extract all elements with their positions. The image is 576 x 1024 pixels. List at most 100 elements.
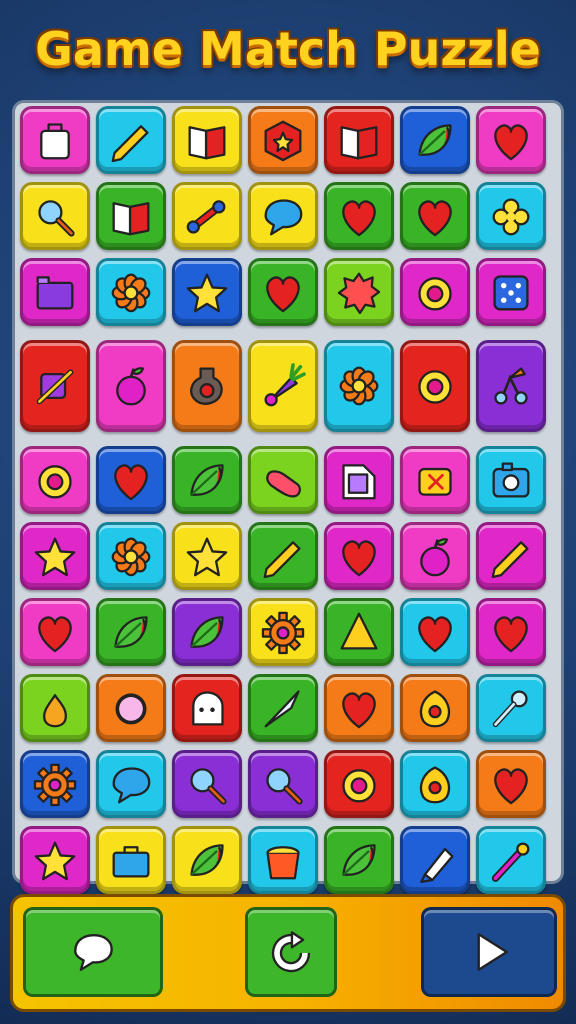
tile[interactable] xyxy=(248,340,318,432)
heart-icon xyxy=(494,768,528,805)
heart-icon xyxy=(494,124,528,161)
tile[interactable] xyxy=(476,340,546,432)
key-icon xyxy=(492,690,528,728)
star-icon xyxy=(186,537,228,577)
tile[interactable] xyxy=(476,826,546,894)
tile[interactable] xyxy=(96,446,166,514)
tile[interactable] xyxy=(20,258,90,326)
tile[interactable] xyxy=(324,826,394,894)
wand-icon xyxy=(36,369,74,405)
tile[interactable] xyxy=(96,598,166,666)
tile[interactable] xyxy=(476,674,546,742)
tile[interactable] xyxy=(96,522,166,590)
tile[interactable] xyxy=(400,182,470,250)
tile[interactable] xyxy=(400,826,470,894)
tile[interactable] xyxy=(400,106,470,174)
speech-bubble-icon xyxy=(112,767,151,804)
refresh-icon xyxy=(271,931,311,973)
blade-icon xyxy=(264,690,300,728)
tile[interactable] xyxy=(248,598,318,666)
book-icon xyxy=(112,202,150,236)
tile[interactable] xyxy=(96,106,166,174)
heart-icon xyxy=(418,616,452,653)
tile[interactable] xyxy=(172,182,242,250)
tile[interactable] xyxy=(20,674,90,742)
tile[interactable] xyxy=(248,106,318,174)
tile[interactable] xyxy=(96,826,166,894)
tile[interactable] xyxy=(96,340,166,432)
tile[interactable] xyxy=(172,598,242,666)
tile[interactable] xyxy=(476,106,546,174)
leaf-icon xyxy=(114,616,148,648)
tile[interactable] xyxy=(172,258,242,326)
restart-button[interactable] xyxy=(245,907,337,997)
tile[interactable] xyxy=(20,182,90,250)
briefcase-icon xyxy=(112,846,150,878)
tile[interactable] xyxy=(248,826,318,894)
tile[interactable] xyxy=(324,598,394,666)
tile[interactable] xyxy=(248,522,318,590)
tile[interactable] xyxy=(248,446,318,514)
tile[interactable] xyxy=(96,258,166,326)
tile[interactable] xyxy=(172,522,242,590)
tile[interactable] xyxy=(248,258,318,326)
tile[interactable] xyxy=(172,340,242,432)
tile[interactable] xyxy=(172,750,242,818)
tile[interactable] xyxy=(400,258,470,326)
potion-icon xyxy=(190,367,223,405)
tile[interactable] xyxy=(20,446,90,514)
heart-icon xyxy=(266,276,300,313)
tile[interactable] xyxy=(172,674,242,742)
tile[interactable] xyxy=(20,106,90,174)
tile[interactable] xyxy=(476,182,546,250)
tile[interactable] xyxy=(172,106,242,174)
tile[interactable] xyxy=(172,446,242,514)
tile[interactable] xyxy=(324,750,394,818)
tile[interactable] xyxy=(20,826,90,894)
tile[interactable] xyxy=(248,750,318,818)
tile[interactable] xyxy=(476,446,546,514)
tile[interactable] xyxy=(248,182,318,250)
tile[interactable] xyxy=(400,750,470,818)
tile[interactable] xyxy=(324,674,394,742)
play-button[interactable] xyxy=(421,907,557,997)
tile[interactable] xyxy=(248,674,318,742)
tile[interactable] xyxy=(324,182,394,250)
tile[interactable] xyxy=(20,522,90,590)
pear-icon xyxy=(43,694,67,728)
star-icon xyxy=(186,273,228,313)
tile[interactable] xyxy=(96,674,166,742)
candy-icon xyxy=(186,200,226,234)
tile[interactable] xyxy=(20,750,90,818)
tile[interactable] xyxy=(400,522,470,590)
tile[interactable] xyxy=(96,182,166,250)
tile[interactable] xyxy=(476,258,546,326)
clover-icon xyxy=(492,198,530,236)
tile[interactable] xyxy=(96,750,166,818)
tile[interactable] xyxy=(324,446,394,514)
tile[interactable] xyxy=(324,522,394,590)
cone-icon xyxy=(340,612,378,650)
puzzle-board xyxy=(12,100,564,894)
tile[interactable] xyxy=(400,446,470,514)
tile[interactable] xyxy=(324,106,394,174)
carrot-icon xyxy=(264,363,306,407)
tile[interactable] xyxy=(476,522,546,590)
tile[interactable] xyxy=(172,826,242,894)
tile[interactable] xyxy=(20,598,90,666)
tile[interactable] xyxy=(324,340,394,432)
tile[interactable] xyxy=(400,340,470,432)
magnifier-icon xyxy=(38,200,75,237)
tile[interactable] xyxy=(400,674,470,742)
tile[interactable] xyxy=(324,258,394,326)
tile[interactable] xyxy=(476,750,546,818)
leaf-icon xyxy=(190,464,224,496)
marker-icon xyxy=(420,847,454,884)
play-icon xyxy=(477,933,508,971)
ring-icon xyxy=(342,769,376,803)
magnifier-icon xyxy=(266,768,303,805)
tile[interactable] xyxy=(400,598,470,666)
hint-button[interactable] xyxy=(23,907,163,997)
tile[interactable] xyxy=(476,598,546,666)
tile[interactable] xyxy=(20,340,90,432)
